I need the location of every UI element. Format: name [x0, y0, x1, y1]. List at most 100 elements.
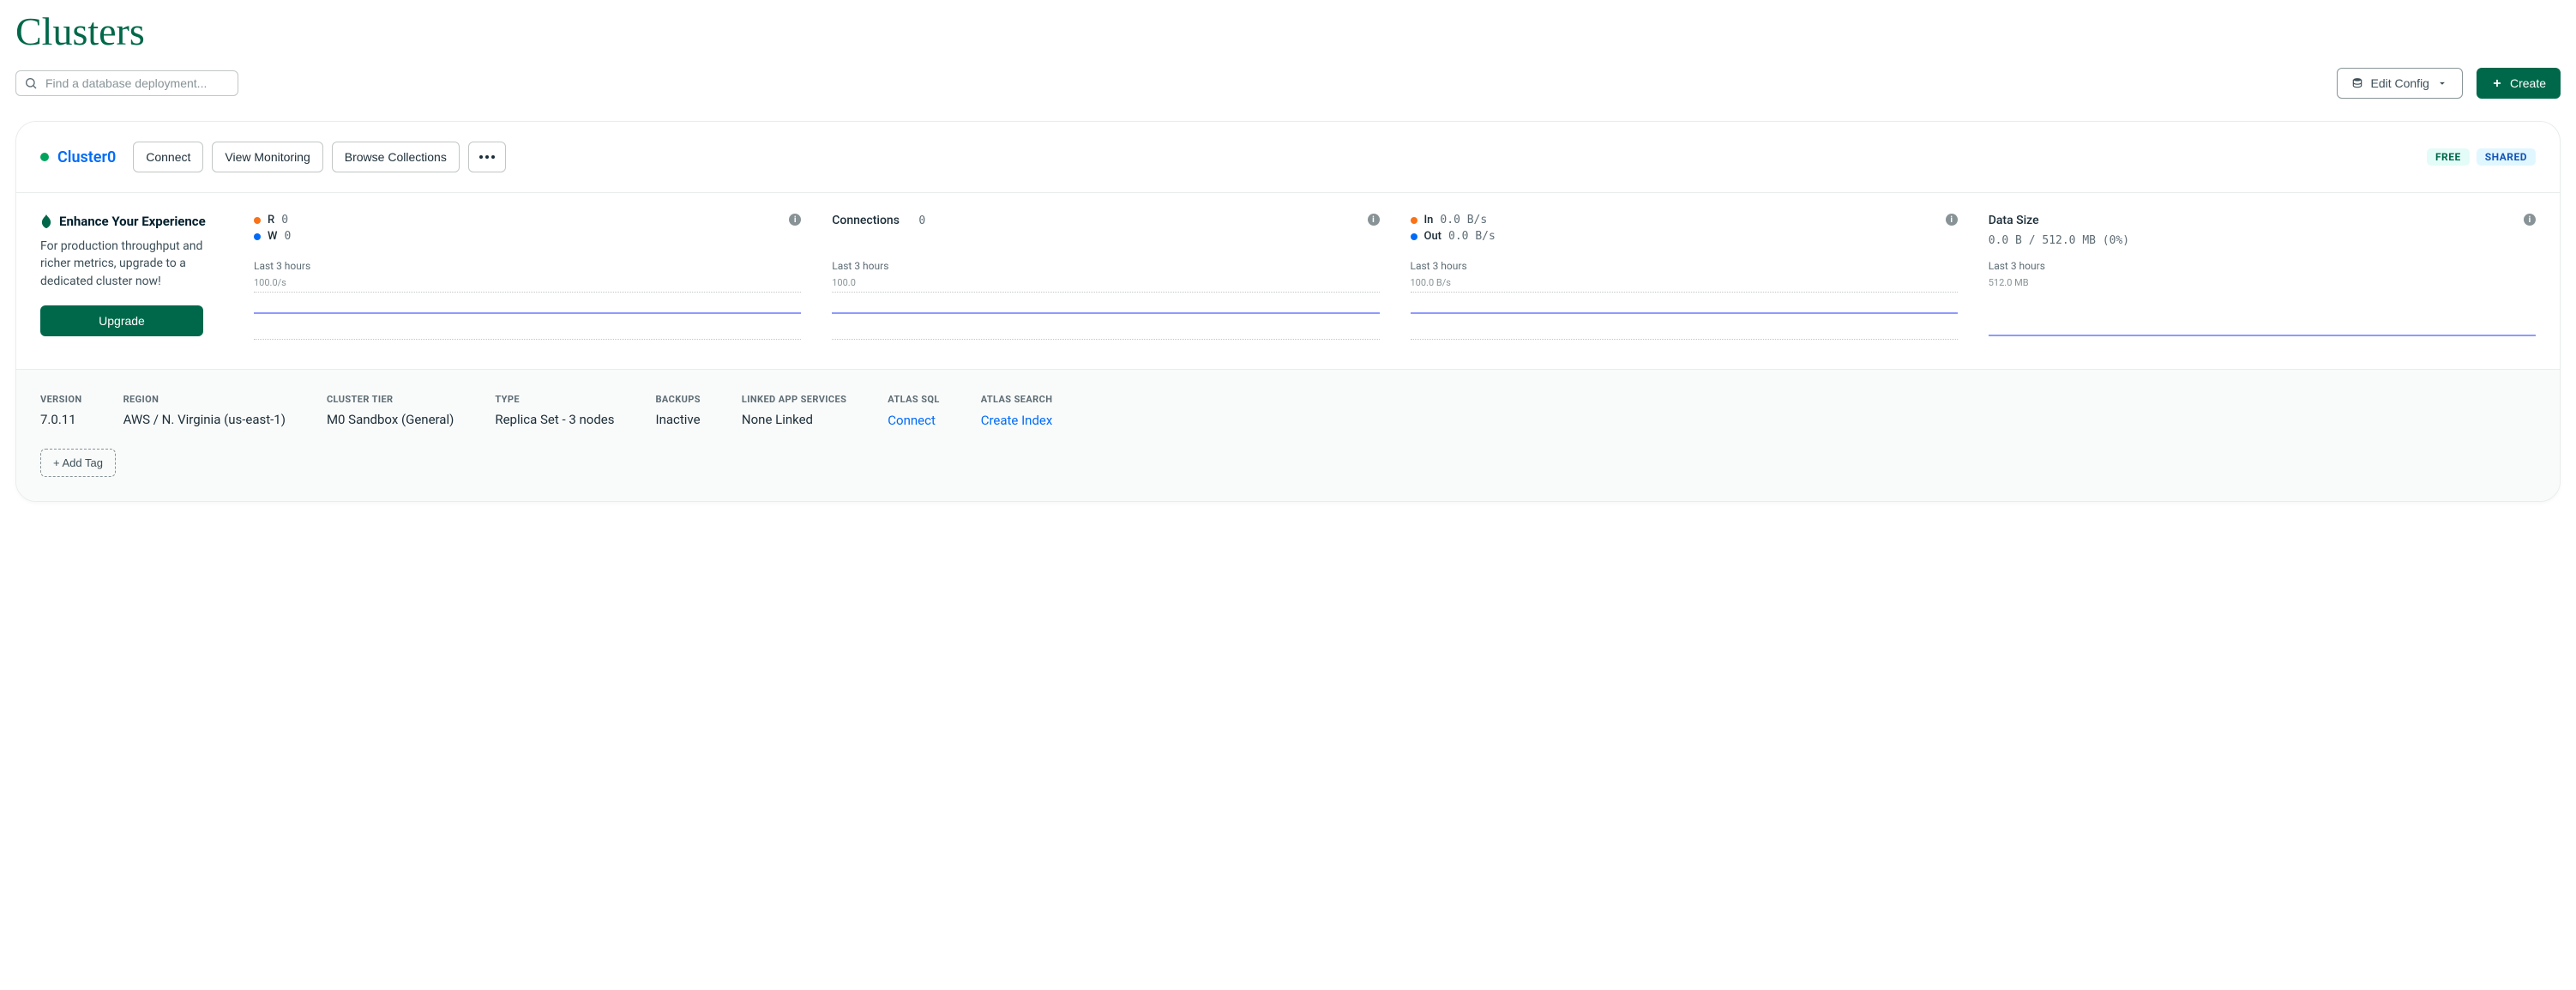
- caret-down-icon: [2436, 77, 2448, 89]
- metric-connections: Connections 0 i Last 3 hours 100.0: [832, 214, 1379, 340]
- metric-network-scale: 100.0 B/s: [1411, 277, 1958, 288]
- footer-grid: VERSION 7.0.11 REGION AWS / N. Virginia …: [40, 394, 2536, 428]
- search-wrap: [15, 70, 238, 96]
- search-input[interactable]: [15, 70, 238, 96]
- metrics-row: R 0 W 0 i Last 3 hours 100.0/s: [254, 214, 2536, 340]
- cluster-name-group: Cluster0: [40, 148, 116, 166]
- sparkline-network: [1411, 292, 1958, 314]
- metric-connections-title: Connections: [832, 214, 900, 227]
- badge-free: FREE: [2427, 148, 2470, 166]
- footer-backups: BACKUPS Inactive: [656, 394, 701, 428]
- card-header-buttons: Connect View Monitoring Browse Collectio…: [133, 142, 506, 172]
- footer-cluster-tier-value: M0 Sandbox (General): [327, 412, 454, 427]
- footer-type-value: Replica Set - 3 nodes: [495, 412, 614, 427]
- footer-type: TYPE Replica Set - 3 nodes: [495, 394, 614, 428]
- metric-in-value: 0.0 B/s: [1440, 214, 1487, 226]
- metric-data-size-timeframe: Last 3 hours: [1989, 260, 2536, 272]
- enhance-panel: Enhance Your Experience For production t…: [40, 214, 233, 340]
- card-footer: VERSION 7.0.11 REGION AWS / N. Virginia …: [16, 369, 2560, 501]
- footer-linked-app-label: LINKED APP SERVICES: [742, 394, 846, 405]
- card-header: Cluster0 Connect View Monitoring Browse …: [16, 122, 2560, 193]
- dot-icon: [1411, 217, 1417, 224]
- footer-version: VERSION 7.0.11: [40, 394, 82, 428]
- footer-version-value: 7.0.11: [40, 412, 82, 427]
- sparkline-connections-2: [832, 317, 1379, 340]
- metric-data-size-value: 0.0 B / 512.0 MB (0%): [1989, 234, 2524, 247]
- metric-out-label: Out: [1424, 230, 1442, 243]
- metric-rw: R 0 W 0 i Last 3 hours 100.0/s: [254, 214, 801, 340]
- metric-out-value: 0.0 B/s: [1448, 230, 1496, 243]
- metric-connections-timeframe: Last 3 hours: [832, 260, 1379, 272]
- edit-config-button[interactable]: Edit Config: [2337, 68, 2462, 99]
- footer-version-label: VERSION: [40, 394, 82, 405]
- enhance-title: Enhance Your Experience: [59, 214, 206, 229]
- info-icon[interactable]: i: [2524, 214, 2536, 226]
- footer-cluster-tier-label: CLUSTER TIER: [327, 394, 454, 405]
- enhance-description: For production throughput and richer met…: [40, 238, 233, 290]
- search-icon: [24, 76, 38, 90]
- sparkline-data-size: [1989, 292, 2536, 336]
- status-dot-icon: [40, 153, 49, 161]
- footer-atlas-sql: ATLAS SQL Connect: [888, 394, 939, 428]
- plus-icon: [2491, 77, 2503, 89]
- footer-atlas-sql-label: ATLAS SQL: [888, 394, 939, 405]
- page-title: Clusters: [15, 9, 2561, 54]
- cluster-name-link[interactable]: Cluster0: [57, 148, 116, 166]
- database-icon: [2351, 77, 2363, 89]
- footer-linked-app-value: None Linked: [742, 412, 846, 427]
- metric-rw-timeframe: Last 3 hours: [254, 260, 801, 272]
- footer-atlas-search: ATLAS SEARCH Create Index: [981, 394, 1053, 428]
- badge-shared: SHARED: [2477, 148, 2536, 166]
- metric-connections-scale: 100.0: [832, 277, 1379, 288]
- footer-backups-label: BACKUPS: [656, 394, 701, 405]
- footer-region-label: REGION: [123, 394, 286, 405]
- footer-type-label: TYPE: [495, 394, 614, 405]
- metric-data-size-title: Data Size: [1989, 214, 2039, 227]
- add-tag-button[interactable]: + Add Tag: [40, 449, 116, 477]
- sparkline-network-2: [1411, 317, 1958, 340]
- footer-cluster-tier: CLUSTER TIER M0 Sandbox (General): [327, 394, 454, 428]
- dot-icon: [254, 233, 261, 240]
- card-body: Enhance Your Experience For production t…: [16, 193, 2560, 369]
- more-actions-button[interactable]: [468, 142, 506, 172]
- metric-r-value: 0: [281, 214, 288, 226]
- metric-data-size: Data Size 0.0 B / 512.0 MB (0%) i Last 3…: [1989, 214, 2536, 340]
- top-bar: Edit Config Create: [15, 68, 2561, 99]
- metric-r-label: R: [268, 214, 274, 226]
- metric-network: In 0.0 B/s Out 0.0 B/s i Last 3 hours 10…: [1411, 214, 1958, 340]
- connect-button[interactable]: Connect: [133, 142, 203, 172]
- sparkline-rw-2: [254, 317, 801, 340]
- leaf-icon: [40, 214, 52, 228]
- card-header-right: FREE SHARED: [2427, 148, 2536, 166]
- top-right-buttons: Edit Config Create: [2337, 68, 2561, 99]
- footer-region-value: AWS / N. Virginia (us-east-1): [123, 412, 286, 427]
- dot-icon: [254, 217, 261, 224]
- create-button[interactable]: Create: [2477, 68, 2561, 99]
- card-header-left: Cluster0 Connect View Monitoring Browse …: [40, 142, 506, 172]
- upgrade-button[interactable]: Upgrade: [40, 305, 203, 336]
- metric-rw-scale: 100.0/s: [254, 277, 801, 288]
- create-label: Create: [2510, 76, 2546, 90]
- edit-config-label: Edit Config: [2370, 76, 2429, 90]
- footer-atlas-search-label: ATLAS SEARCH: [981, 394, 1053, 405]
- ellipsis-icon: [479, 155, 495, 159]
- info-icon[interactable]: i: [789, 214, 801, 226]
- info-icon[interactable]: i: [1368, 214, 1380, 226]
- metric-connections-value: 0: [918, 214, 925, 227]
- info-icon[interactable]: i: [1946, 214, 1958, 226]
- sparkline-connections: [832, 292, 1379, 314]
- metric-data-size-scale: 512.0 MB: [1989, 277, 2536, 288]
- cluster-card: Cluster0 Connect View Monitoring Browse …: [15, 121, 2561, 502]
- browse-collections-button[interactable]: Browse Collections: [332, 142, 460, 172]
- metric-w-label: W: [268, 230, 277, 243]
- footer-linked-app: LINKED APP SERVICES None Linked: [742, 394, 846, 428]
- footer-backups-value: Inactive: [656, 412, 701, 427]
- sparkline-rw: [254, 292, 801, 314]
- atlas-search-create-index-link[interactable]: Create Index: [981, 413, 1053, 428]
- metric-w-value: 0: [284, 230, 291, 243]
- dot-icon: [1411, 233, 1417, 240]
- metric-in-label: In: [1424, 214, 1434, 226]
- view-monitoring-button[interactable]: View Monitoring: [212, 142, 322, 172]
- metric-network-timeframe: Last 3 hours: [1411, 260, 1958, 272]
- atlas-sql-connect-link[interactable]: Connect: [888, 413, 936, 428]
